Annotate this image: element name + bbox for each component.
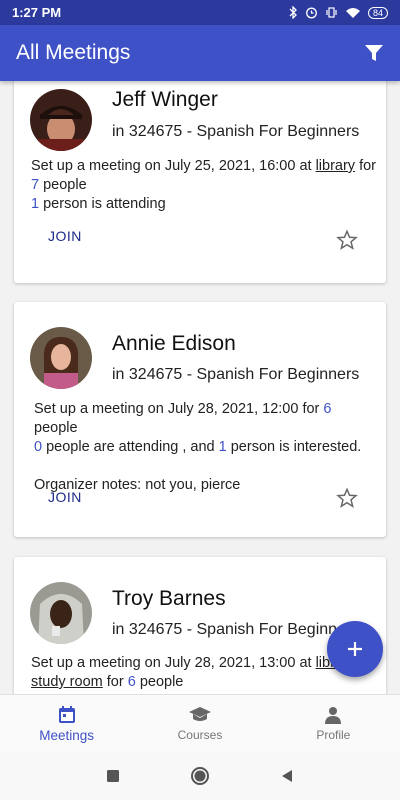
capacity-count: 7	[31, 177, 40, 193]
calendar-icon	[58, 705, 75, 723]
nav-item-courses[interactable]: Courses	[133, 695, 266, 752]
course-label: in 324675 - Spanish For Beginners	[112, 621, 360, 638]
meeting-card[interactable]: Troy Barnes in 324675 - Spanish For Begi…	[14, 557, 386, 694]
join-button[interactable]: JOIN	[48, 228, 82, 244]
back-icon[interactable]	[280, 769, 294, 783]
organizer-name: Jeff Winger	[112, 88, 218, 111]
star-icon[interactable]	[336, 487, 358, 509]
battery-indicator: 84	[367, 6, 388, 19]
person-icon	[325, 707, 342, 724]
app-bar: All Meetings	[0, 25, 400, 81]
bottom-navigation: Meetings Courses Profile	[0, 694, 400, 752]
add-meeting-button[interactable]	[327, 621, 383, 677]
page-title: All Meetings	[16, 41, 131, 64]
plus-icon	[348, 642, 362, 656]
vibrate-icon	[326, 7, 337, 18]
meeting-details: Set up a meeting on July 25, 2021, 16:00…	[31, 158, 376, 212]
meeting-details: Set up a meeting on July 28, 2021, 12:00…	[34, 401, 362, 493]
attending-count: 1	[31, 196, 40, 212]
filter-icon[interactable]	[364, 43, 384, 63]
location-link[interactable]: library	[316, 158, 355, 174]
recent-apps-icon[interactable]	[106, 769, 120, 783]
interested-count: 1	[218, 439, 227, 455]
meeting-details: Set up a meeting on July 28, 2021, 13:00…	[31, 654, 376, 692]
status-icons: 84	[288, 6, 388, 19]
home-icon[interactable]	[190, 766, 210, 786]
attending-count: 0	[34, 439, 43, 455]
course-label: in 324675 - Spanish For Beginners	[112, 123, 360, 140]
nav-label: Meetings	[39, 727, 95, 743]
nav-label: Profile	[316, 728, 351, 742]
wifi-icon	[345, 8, 360, 18]
location-link-continued[interactable]: study room	[31, 674, 103, 690]
star-icon[interactable]	[336, 229, 358, 251]
nav-label: Courses	[177, 728, 223, 742]
system-navigation-bar	[0, 752, 400, 800]
join-button[interactable]: JOIN	[48, 489, 82, 505]
avatar	[30, 582, 92, 644]
organizer-name: Troy Barnes	[112, 587, 226, 610]
graduation-cap-icon	[188, 707, 211, 721]
nav-item-profile[interactable]: Profile	[267, 695, 400, 752]
capacity-count: 6	[323, 401, 332, 417]
status-time: 1:27 PM	[12, 5, 62, 20]
alarm-icon	[306, 7, 317, 19]
nav-item-meetings[interactable]: Meetings	[0, 695, 133, 752]
avatar	[30, 327, 92, 389]
meetings-list[interactable]: Jeff Winger in 324675 - Spanish For Begi…	[0, 81, 400, 694]
capacity-count: 6	[127, 674, 136, 690]
avatar	[30, 89, 92, 151]
course-label: in 324675 - Spanish For Beginners	[112, 366, 360, 383]
organizer-name: Annie Edison	[112, 332, 236, 355]
meeting-card[interactable]: Annie Edison in 324675 - Spanish For Beg…	[14, 302, 386, 537]
meeting-card[interactable]: Jeff Winger in 324675 - Spanish For Begi…	[14, 81, 386, 283]
status-bar: 1:27 PM 84	[0, 0, 400, 25]
bluetooth-icon	[289, 6, 297, 19]
